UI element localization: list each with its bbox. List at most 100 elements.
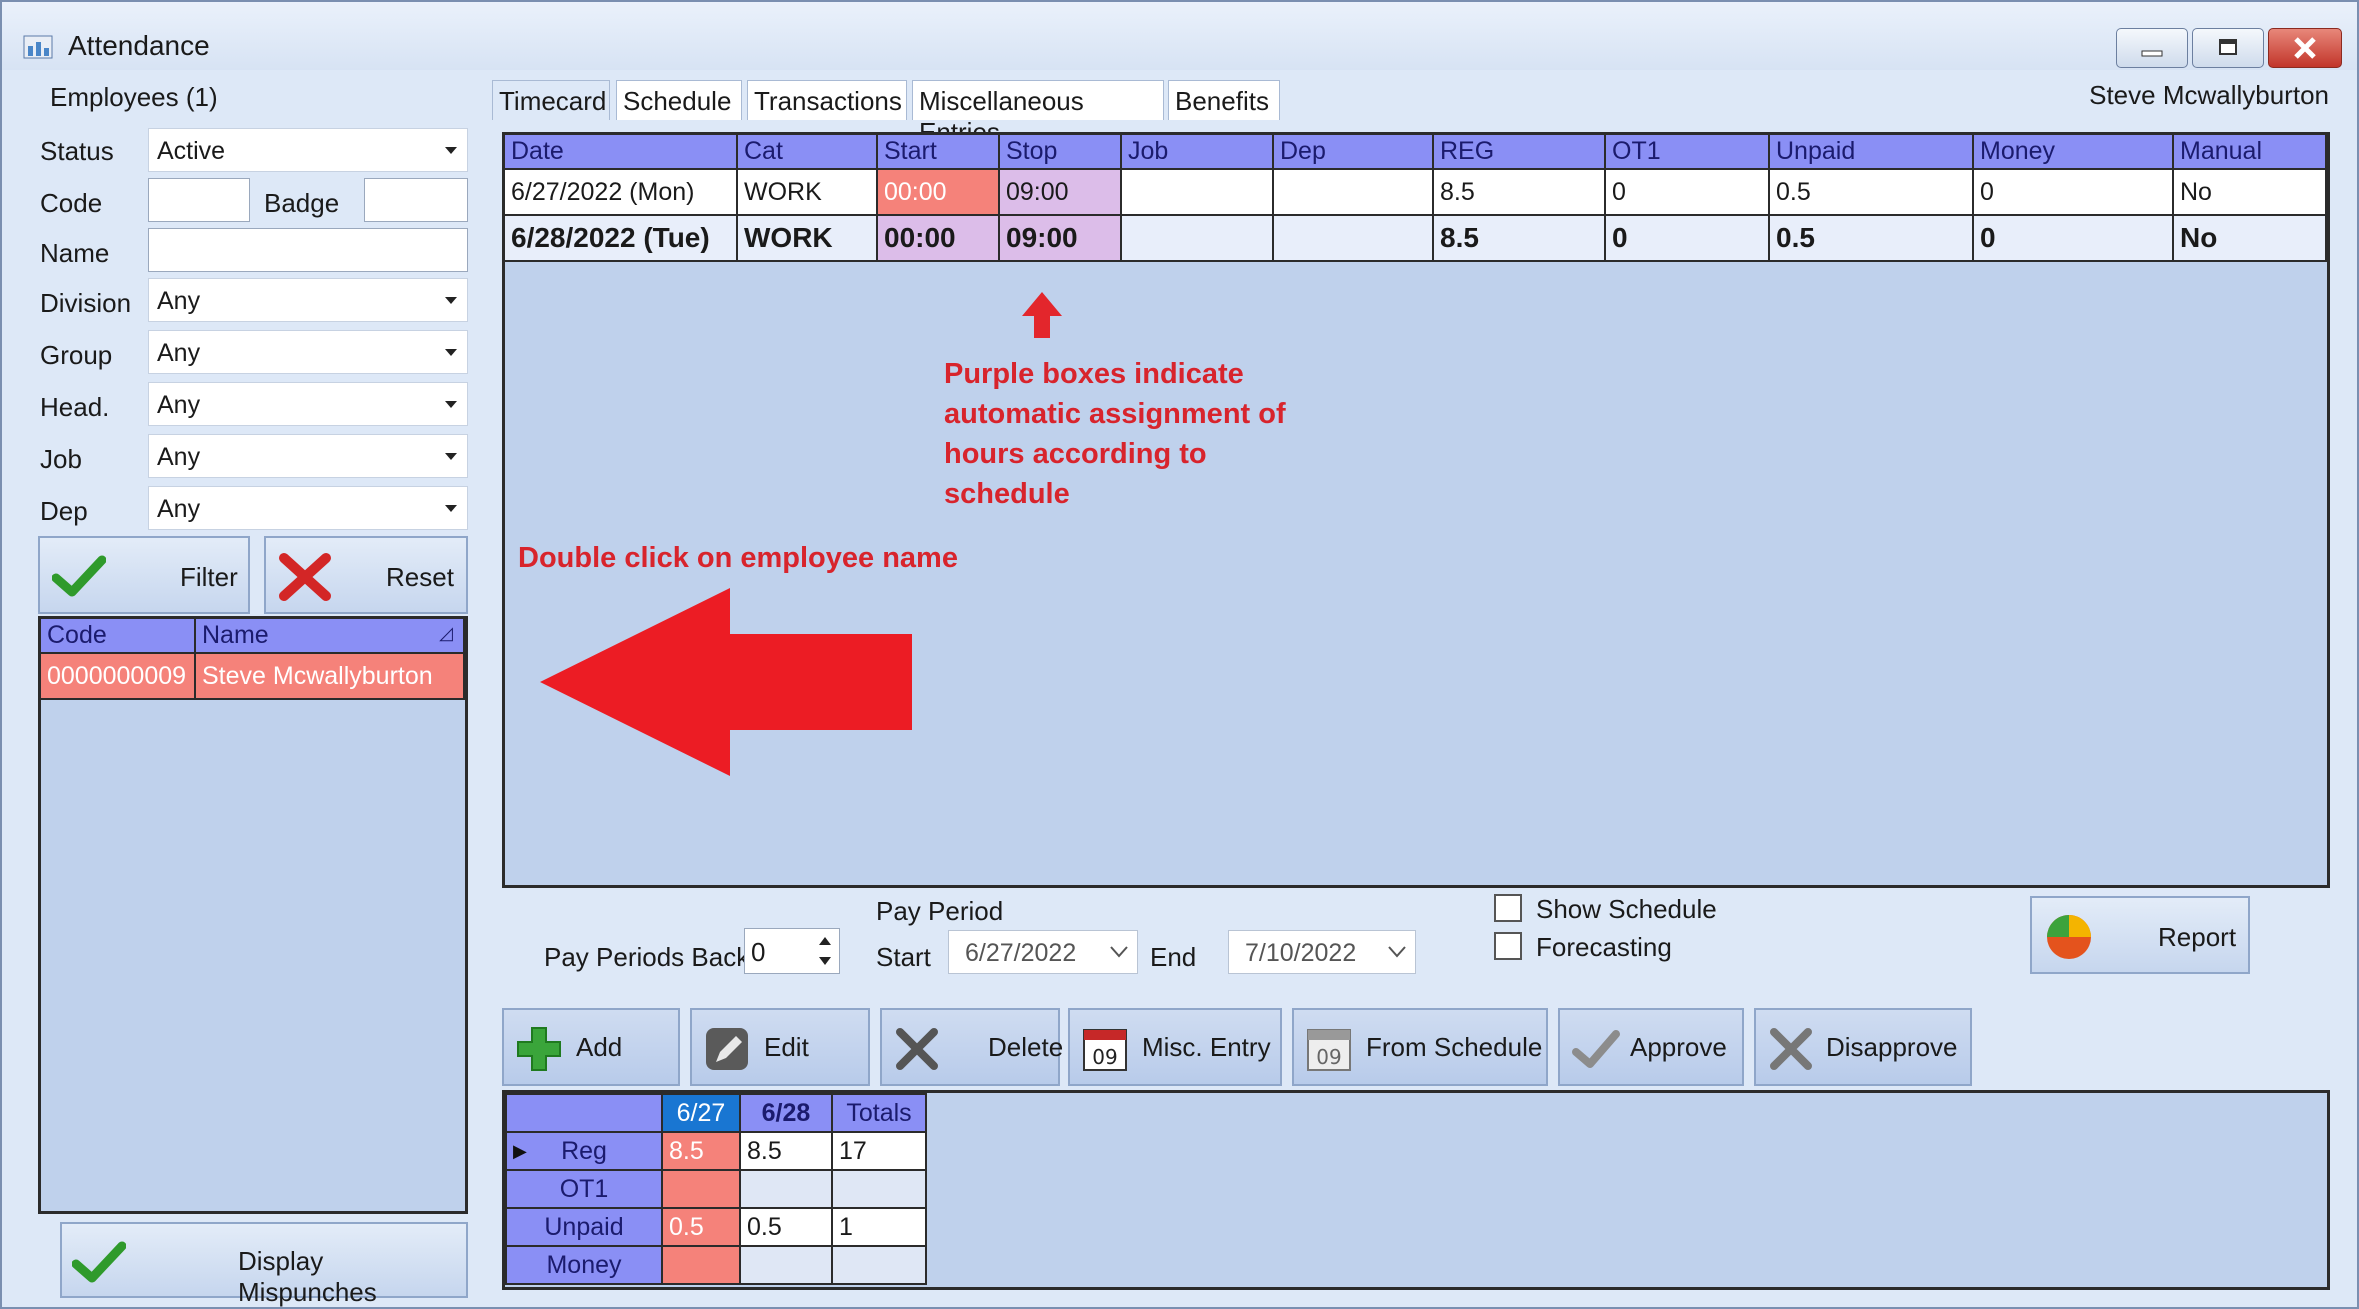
badge-input[interactable] [364, 178, 468, 222]
stop-cell[interactable]: 09:00 [999, 215, 1122, 262]
spinner-arrows-icon[interactable] [815, 933, 835, 969]
ot1-cell[interactable]: 0 [1605, 215, 1770, 262]
job-dropdown[interactable]: Any [148, 434, 468, 478]
pay-periods-back-stepper[interactable]: 0 [744, 928, 840, 974]
date-cell[interactable]: 6/28/2022 (Tue) [505, 215, 738, 262]
unpaid-cell[interactable]: 0.5 [1769, 215, 1974, 262]
summary-col-6-27[interactable]: 6/27 [661, 1093, 741, 1133]
minimize-button[interactable] [2116, 28, 2188, 68]
disapprove-button[interactable]: Disapprove [1754, 1008, 1972, 1086]
close-button[interactable] [2268, 28, 2342, 68]
dep-column-header[interactable]: Dep [1273, 135, 1434, 170]
ot1-cell[interactable]: 0 [1605, 169, 1770, 216]
summary-row-header[interactable]: ▶ Reg [505, 1131, 663, 1171]
tab-benefits[interactable]: Benefits [1168, 80, 1280, 120]
summary-grid[interactable]: 6/27 6/28 Totals ▶ Reg 8.5 8.5 17 OT1 Unp… [502, 1090, 2330, 1290]
employee-name-cell[interactable]: Steve Mcwallyburton [195, 653, 465, 700]
summary-row-unpaid[interactable]: Unpaid 0.5 0.5 1 [505, 1207, 927, 1247]
reg-column-header[interactable]: REG [1433, 135, 1606, 170]
unpaid-column-header[interactable]: Unpaid [1769, 135, 1974, 170]
dep-cell[interactable] [1273, 215, 1434, 262]
show-schedule-checkbox[interactable] [1494, 894, 1522, 922]
job-column-header[interactable]: Job [1121, 135, 1274, 170]
summary-cell[interactable] [739, 1169, 833, 1209]
end-date-picker[interactable]: 7/10/2022 [1228, 930, 1416, 974]
tab-timecard[interactable]: Timecard [492, 80, 610, 120]
summary-cell[interactable]: 0.5 [661, 1207, 741, 1247]
filter-button[interactable]: Filter [38, 536, 250, 614]
cat-cell[interactable]: WORK [737, 169, 878, 216]
summary-cell[interactable] [661, 1169, 741, 1209]
division-dropdown[interactable]: Any [148, 278, 468, 322]
reset-button[interactable]: Reset [264, 536, 468, 614]
summary-cell[interactable]: 8.5 [739, 1131, 833, 1171]
employee-code-cell[interactable]: 0000000009 [41, 653, 196, 700]
annotation-line: hours according to [944, 438, 1207, 470]
summary-col-6-28[interactable]: 6/28 [739, 1093, 833, 1133]
summary-col-totals[interactable]: Totals [831, 1093, 927, 1133]
stop-column-header[interactable]: Stop [999, 135, 1122, 170]
group-dropdown[interactable]: Any [148, 330, 468, 374]
approve-button[interactable]: Approve [1558, 1008, 1744, 1086]
timecard-row[interactable]: 6/27/2022 (Mon) WORK 00:00 09:00 8.5 0 0… [505, 169, 2327, 216]
stop-cell[interactable]: 09:00 [999, 169, 1122, 216]
job-cell[interactable] [1121, 169, 1274, 216]
reg-cell[interactable]: 8.5 [1433, 215, 1606, 262]
forecasting-checkbox[interactable] [1494, 932, 1522, 960]
restore-button[interactable] [2192, 28, 2264, 68]
summary-row-header[interactable]: Money [505, 1245, 663, 1285]
misc-entry-button[interactable]: 09 Misc. Entry [1068, 1008, 1282, 1086]
edit-button[interactable]: Edit [690, 1008, 870, 1086]
code-column-header[interactable]: Code [41, 619, 196, 654]
summary-row-header[interactable]: OT1 [505, 1169, 663, 1209]
money-cell[interactable]: 0 [1973, 215, 2174, 262]
reg-cell[interactable]: 8.5 [1433, 169, 1606, 216]
date-column-header[interactable]: Date [505, 135, 738, 170]
start-column-header[interactable]: Start [877, 135, 1000, 170]
manual-cell[interactable]: No [2173, 169, 2327, 216]
summary-cell[interactable] [739, 1245, 833, 1285]
head-dropdown[interactable]: Any [148, 382, 468, 426]
summary-cell[interactable] [831, 1245, 927, 1285]
summary-cell[interactable]: 0.5 [739, 1207, 833, 1247]
status-dropdown[interactable]: Active [148, 128, 468, 172]
manual-column-header[interactable]: Manual [2173, 135, 2327, 170]
display-mispunches-button[interactable]: Display Mispunches [60, 1222, 468, 1307]
start-cell[interactable]: 00:00 [877, 169, 1000, 216]
name-column-header[interactable]: Name ◿ [195, 619, 465, 654]
summary-cell[interactable] [661, 1245, 741, 1285]
employee-list[interactable]: Code Name ◿ 0000000009 Steve Mcwallyburto… [38, 616, 468, 1214]
cat-cell[interactable]: WORK [737, 215, 878, 262]
summary-row-money[interactable]: Money [505, 1245, 927, 1285]
job-cell[interactable] [1121, 215, 1274, 262]
summary-cell[interactable]: 8.5 [661, 1131, 741, 1171]
summary-row-ot1[interactable]: OT1 [505, 1169, 927, 1209]
cat-column-header[interactable]: Cat [737, 135, 878, 170]
tab-miscellaneous-entries[interactable]: Miscellaneous Entries [912, 80, 1164, 147]
dep-dropdown[interactable]: Any [148, 486, 468, 530]
timecard-row-selected[interactable]: 6/28/2022 (Tue) WORK 00:00 09:00 8.5 0 0… [505, 215, 2327, 262]
report-button[interactable]: Report [2030, 896, 2250, 974]
ot1-column-header[interactable]: OT1 [1605, 135, 1770, 170]
summary-row-reg[interactable]: ▶ Reg 8.5 8.5 17 [505, 1131, 927, 1171]
manual-cell[interactable]: No [2173, 215, 2327, 262]
date-cell[interactable]: 6/27/2022 (Mon) [505, 169, 738, 216]
summary-cell[interactable]: 17 [831, 1131, 927, 1171]
start-date-picker[interactable]: 6/27/2022 [948, 930, 1138, 974]
summary-cell[interactable]: 1 [831, 1207, 927, 1247]
summary-row-header[interactable]: Unpaid [505, 1207, 663, 1247]
from-schedule-button[interactable]: 09 From Schedule [1292, 1008, 1548, 1086]
employee-row[interactable]: 0000000009 Steve Mcwallyburton [41, 653, 465, 700]
dep-cell[interactable] [1273, 169, 1434, 216]
money-cell[interactable]: 0 [1973, 169, 2174, 216]
summary-cell[interactable] [831, 1169, 927, 1209]
money-column-header[interactable]: Money [1973, 135, 2174, 170]
tab-schedule[interactable]: Schedule [616, 80, 742, 120]
unpaid-cell[interactable]: 0.5 [1769, 169, 1974, 216]
tab-transactions[interactable]: Transactions [747, 80, 907, 120]
code-input[interactable] [148, 178, 250, 222]
add-button[interactable]: Add [502, 1008, 680, 1086]
delete-button[interactable]: Delete [880, 1008, 1063, 1086]
start-cell[interactable]: 00:00 [877, 215, 1000, 262]
name-input[interactable] [148, 228, 468, 272]
